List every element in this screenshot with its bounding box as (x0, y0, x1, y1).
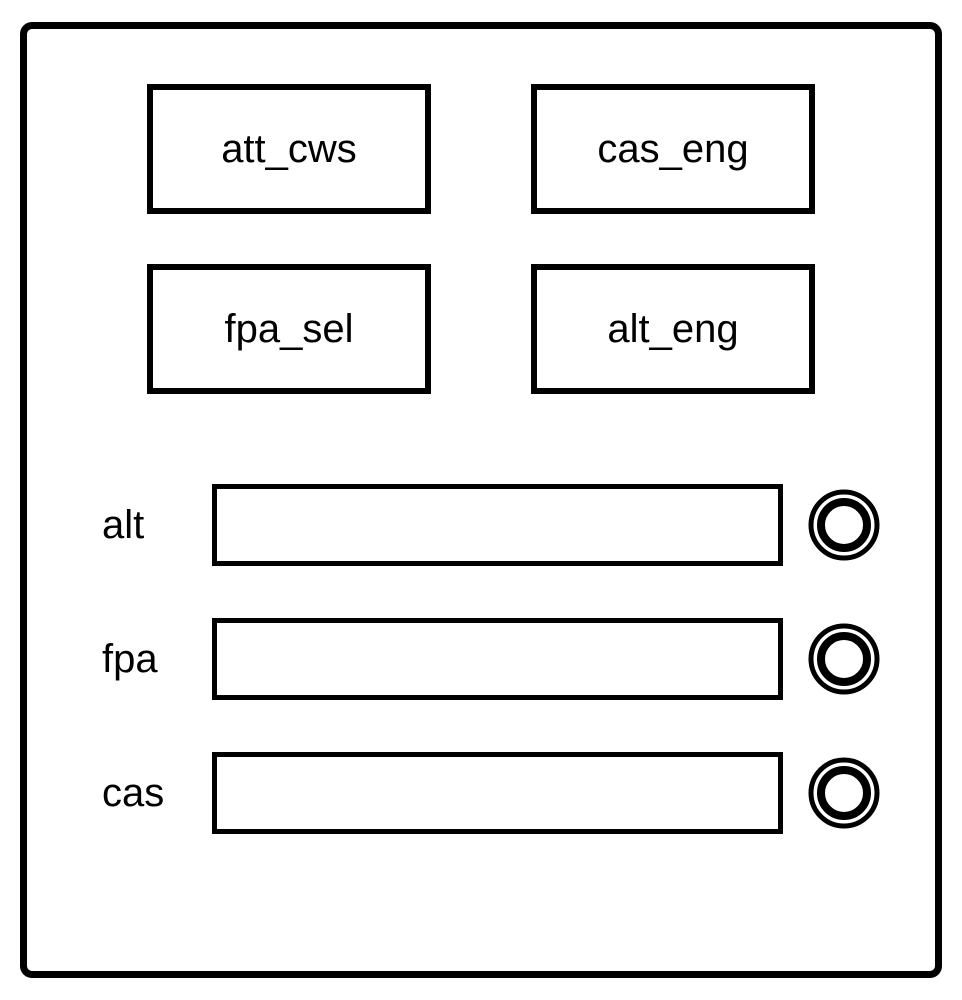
cas-knob[interactable] (808, 757, 880, 829)
cas-row: cas (102, 752, 880, 834)
cas-eng-button[interactable]: cas_eng (531, 84, 815, 214)
alt-input[interactable] (212, 484, 783, 566)
fpa-knob[interactable] (808, 623, 880, 695)
cas-input[interactable] (212, 752, 783, 834)
alt-eng-button[interactable]: alt_eng (531, 264, 815, 394)
cas-label: cas (102, 771, 197, 816)
fpa-label: fpa (102, 637, 197, 682)
cas-eng-label: cas_eng (597, 127, 748, 172)
fpa-sel-button[interactable]: fpa_sel (147, 264, 431, 394)
att-cws-label: att_cws (221, 127, 357, 172)
fpa-input[interactable] (212, 618, 783, 700)
alt-knob[interactable] (808, 489, 880, 561)
mode-button-grid: att_cws cas_eng fpa_sel alt_eng (67, 84, 895, 394)
control-panel: att_cws cas_eng fpa_sel alt_eng alt fpa (20, 22, 942, 978)
knob-icon (808, 489, 880, 561)
alt-row: alt (102, 484, 880, 566)
fpa-row: fpa (102, 618, 880, 700)
knob-icon (808, 623, 880, 695)
fpa-sel-label: fpa_sel (225, 307, 354, 352)
input-section: alt fpa cas (67, 484, 895, 834)
att-cws-button[interactable]: att_cws (147, 84, 431, 214)
alt-label: alt (102, 503, 197, 548)
alt-eng-label: alt_eng (607, 307, 738, 352)
knob-icon (808, 757, 880, 829)
